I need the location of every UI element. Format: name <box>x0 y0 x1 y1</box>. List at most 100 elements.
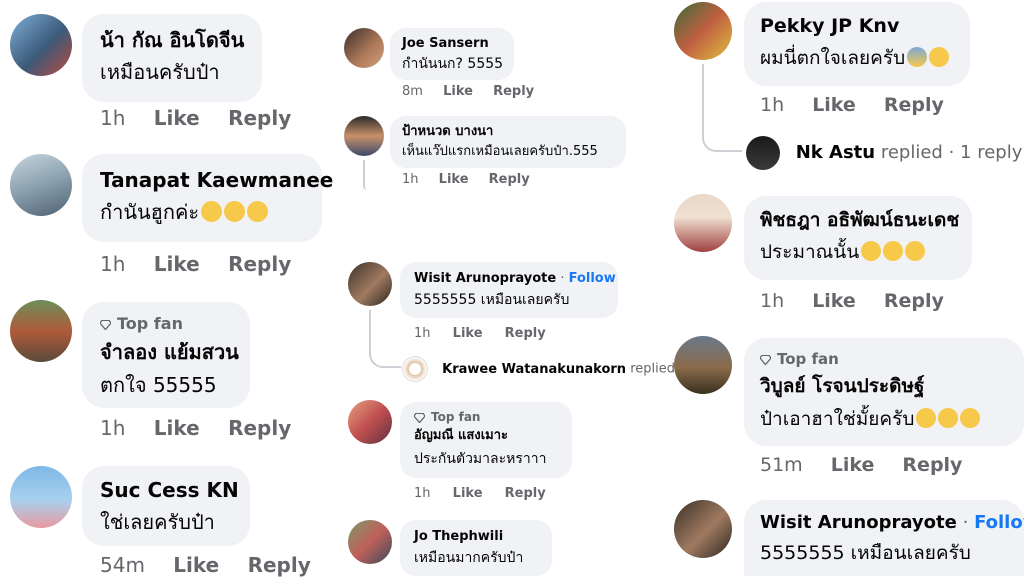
comment-time[interactable]: 1h <box>760 290 784 312</box>
comment-time[interactable]: 1h <box>100 106 125 130</box>
like-link[interactable]: Like <box>443 84 473 99</box>
comment-text: ตกใจ 55555 <box>100 373 217 397</box>
comment-author[interactable]: วิบูลย์ โรจนประดิษฐ์ <box>760 370 1008 402</box>
reply-link[interactable]: Reply <box>902 454 962 476</box>
reply-author[interactable]: Krawee Watanakunakorn <box>442 362 626 377</box>
reply-link[interactable]: Reply <box>505 326 546 341</box>
comment-text: ป๋าเอาฮาใช่มั้ยครับ <box>760 402 1008 436</box>
comment-time[interactable]: 1h <box>402 172 419 187</box>
laugh-cry-emoji-icon <box>224 201 246 222</box>
comment-time[interactable]: 1h <box>760 94 784 116</box>
comment-time[interactable]: 8m <box>402 84 423 99</box>
comment-author[interactable]: ป้าหนวด บางนา <box>402 123 614 141</box>
comment-time[interactable]: 51m <box>760 454 803 476</box>
reply-link[interactable]: Reply <box>489 172 530 187</box>
like-link[interactable]: Like <box>173 553 219 577</box>
comment-author[interactable]: Tanapat Kaewmanee <box>100 166 333 194</box>
like-link[interactable]: Like <box>439 172 469 187</box>
reply-thread-line <box>369 310 401 368</box>
laughing-emoji-icon <box>916 407 937 428</box>
avatar[interactable] <box>348 400 392 444</box>
reply-link[interactable]: Reply <box>884 290 944 312</box>
like-link[interactable]: Like <box>453 486 483 501</box>
reply-link[interactable]: Reply <box>248 553 311 577</box>
comment-actions: 1h Like Reply <box>414 326 546 341</box>
follow-button[interactable]: Follow <box>974 512 1024 533</box>
like-link[interactable]: Like <box>453 326 483 341</box>
reply-link[interactable]: Reply <box>228 416 291 440</box>
middle-column: Joe Sansern กำนันนก? 5555 8m Like Reply … <box>340 0 683 576</box>
comment-text: เห็นแว๊ปแรกเหมือนเลยครับป๋า.555 <box>402 144 598 159</box>
avatar[interactable] <box>348 262 392 306</box>
comment-text: เหมือนครับป๋า <box>100 60 220 84</box>
top-fan-label: Top fan <box>117 314 183 333</box>
comment-author[interactable]: Wisit Arunoprayote <box>414 271 556 286</box>
comment-time[interactable]: 54m <box>100 553 145 577</box>
reply-label: replied · 1 reply <box>880 142 1023 163</box>
comment-actions: 1h Like Reply <box>414 486 546 501</box>
comment-author[interactable]: อัญมณี แสงเมาะ <box>414 426 558 446</box>
avatar[interactable] <box>10 154 72 216</box>
like-link[interactable]: Like <box>154 106 200 130</box>
comment-bubble: Jo Thephwili เหมือนมากครับป๋า <box>400 520 552 576</box>
laugh-cry-emoji-icon <box>201 201 223 222</box>
comment-author[interactable]: Joe Sansern <box>402 35 502 53</box>
comment-time[interactable]: 1h <box>100 252 125 276</box>
reply-author[interactable]: Nk Astu <box>796 142 875 163</box>
reply-link[interactable]: Reply <box>505 486 546 501</box>
comment-author[interactable]: น้า กัณ อินโดจีน <box>100 26 244 54</box>
like-link[interactable]: Like <box>154 252 200 276</box>
top-fan-badge: Top fan <box>414 408 558 426</box>
comment-author[interactable]: Jo Thephwili <box>414 528 538 546</box>
avatar[interactable] <box>344 28 384 68</box>
avatar[interactable] <box>344 116 384 156</box>
comment-author[interactable]: Suc Cess KN <box>100 476 239 504</box>
comment-actions: 54m Like Reply <box>100 553 311 577</box>
comment-time[interactable]: 1h <box>100 416 125 440</box>
reply-link[interactable]: Reply <box>493 84 534 99</box>
avatar[interactable] <box>674 500 732 558</box>
comment-actions: 1h Like Reply <box>760 94 944 116</box>
reply-link[interactable]: Reply <box>228 252 291 276</box>
avatar[interactable] <box>10 14 72 76</box>
comment-text-body: ป๋าเอาฮาใช่มั้ยครับ <box>760 408 915 430</box>
comment-text-body: ผมนี่ตกใจเลยครับ <box>760 47 906 69</box>
comment-author[interactable]: Pekky JP Knv <box>760 12 954 40</box>
replies-summary[interactable]: Krawee Watanakunakorn replied · <box>402 356 683 383</box>
top-fan-badge: Top fan <box>760 348 1008 370</box>
comment-text: ผมนี่ตกใจเลยครับ <box>760 40 954 76</box>
comment-bubble: Suc Cess KN ใช่เลยครับป๋า <box>82 466 250 546</box>
like-link[interactable]: Like <box>154 416 200 440</box>
comment-actions: 1h Like Reply <box>100 106 291 130</box>
comment-author[interactable]: Wisit Arunoprayote <box>760 512 957 533</box>
rofl-emoji-icon <box>861 240 882 261</box>
comment-bubble: Top fan วิบูลย์ โรจนประดิษฐ์ ป๋าเอาฮาใช่… <box>744 338 1024 446</box>
reply-link[interactable]: Reply <box>228 106 291 130</box>
avatar[interactable] <box>10 466 72 528</box>
avatar[interactable] <box>10 300 72 362</box>
avatar[interactable] <box>348 520 392 564</box>
comment-actions: 8m Like Reply <box>402 84 534 99</box>
like-link[interactable]: Like <box>831 454 875 476</box>
avatar[interactable] <box>674 194 732 252</box>
follow-button[interactable]: Follow <box>569 271 616 286</box>
comment-bubble: Top fan อัญมณี แสงเมาะ ประกันตัวมาละหราา… <box>400 402 572 478</box>
separator-dot: · <box>560 271 565 286</box>
comment-text: เหมือนมากครับป๋า <box>414 550 524 566</box>
replies-summary[interactable]: Nk Astu replied · 1 reply <box>746 136 1022 170</box>
comment-bubble: Top fan จำลอง แย้มสวน ตกใจ 55555 <box>82 302 250 408</box>
avatar[interactable] <box>674 2 732 60</box>
comment-time[interactable]: 1h <box>414 326 431 341</box>
rofl-emoji-icon <box>883 240 904 261</box>
like-link[interactable]: Like <box>812 94 856 116</box>
like-link[interactable]: Like <box>812 290 856 312</box>
diamond-icon <box>760 354 771 365</box>
separator-dot: · <box>962 512 969 533</box>
comment-author[interactable]: จำลอง แย้มสวน <box>100 336 239 368</box>
reply-link[interactable]: Reply <box>884 94 944 116</box>
avatar[interactable] <box>674 336 732 394</box>
comment-bubble: น้า กัณ อินโดจีน เหมือนครับป๋า <box>82 14 263 102</box>
comment-author[interactable]: พิชธฎา อธิพัฒน์ธนะเดช <box>760 206 959 234</box>
comment-time[interactable]: 1h <box>414 486 431 501</box>
comment-text: กำนันฮูกค่ะ <box>100 194 304 230</box>
